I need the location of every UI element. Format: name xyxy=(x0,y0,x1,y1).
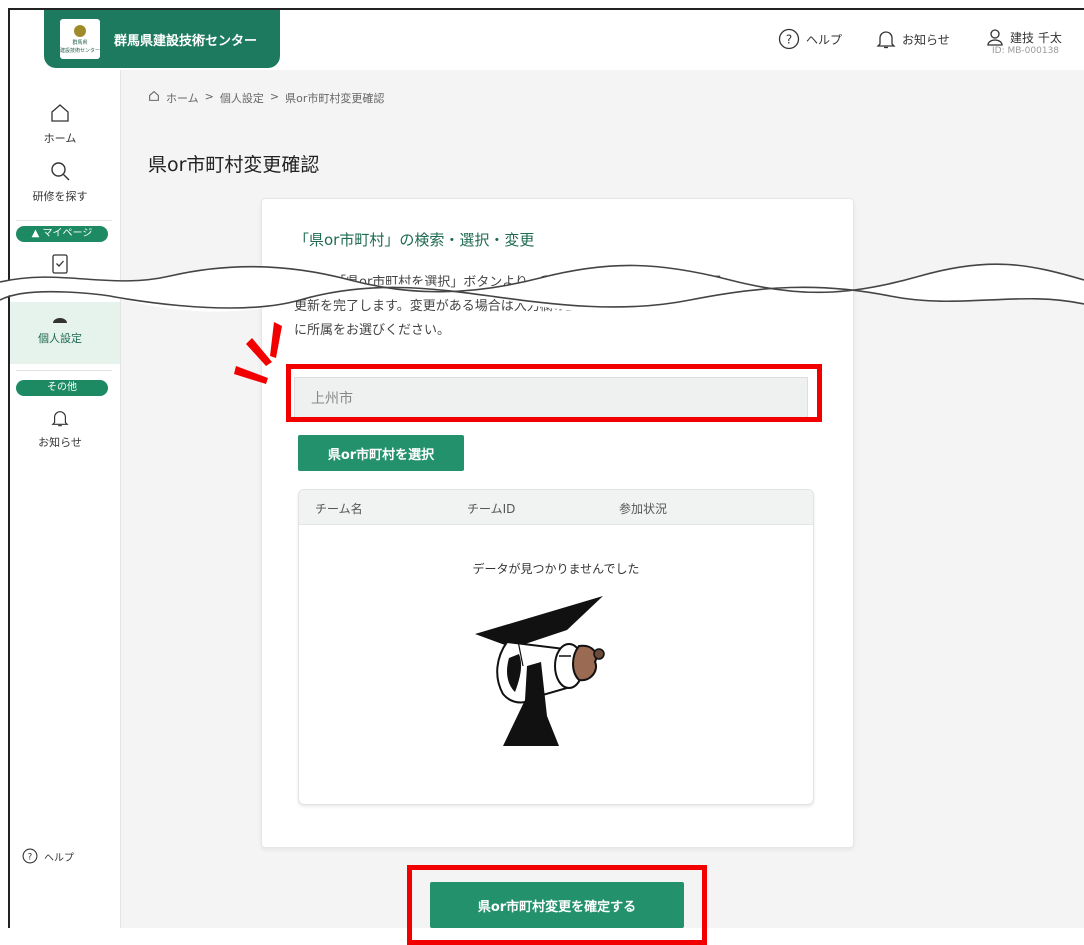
sidebar-item-label: ホーム xyxy=(43,132,77,145)
svg-text:?: ? xyxy=(786,33,792,47)
breadcrumb-personal[interactable]: 個人設定 xyxy=(220,90,264,106)
column-header: チームID xyxy=(467,502,516,516)
sidebar-help-link[interactable]: ? ヘルプ xyxy=(22,848,74,864)
header-notice-link[interactable]: お知らせ xyxy=(876,28,950,50)
sidebar-item-home[interactable]: ホーム xyxy=(10,102,110,146)
home-icon xyxy=(51,104,69,122)
sidebar-item-label: お知らせ xyxy=(38,436,82,449)
svg-text:?: ? xyxy=(28,852,33,862)
brand-name: 群馬県建設技術センター xyxy=(114,34,258,49)
breadcrumb-separator: > xyxy=(269,90,280,103)
app-window: 群馬県 建設技術センター 群馬県建設技術センター ? ヘルプ お知らせ 建技 千… xyxy=(8,8,1084,928)
graduate-mascot-illustration xyxy=(475,596,605,746)
other-badge: その他 xyxy=(16,380,108,396)
sidebar-item-search[interactable]: 研修を探す xyxy=(10,160,110,204)
empty-message: データが見つかりませんでした xyxy=(472,562,640,576)
column-header: チーム名 xyxy=(315,502,363,516)
button-highlight-box xyxy=(407,865,707,945)
user-icon xyxy=(987,29,1003,46)
card-title: 「県or市町村」の検索・選択・変更 xyxy=(294,231,535,249)
table-header: チーム名 チームID 参加状況 xyxy=(299,490,813,525)
breadcrumb-current: 県or市町村変更確認 xyxy=(285,92,385,105)
bell-icon xyxy=(51,411,69,427)
page-title: 県or市町村変更確認 xyxy=(148,154,320,176)
bell-icon xyxy=(876,31,896,49)
input-highlight-box xyxy=(286,364,822,422)
search-icon xyxy=(51,162,70,181)
help-label: ヘルプ xyxy=(44,852,74,864)
logo: 群馬県 建設技術センター xyxy=(60,19,100,59)
user-name: 建技 千太 xyxy=(1010,30,1062,45)
sidebar-item-label: 個人設定 xyxy=(38,332,82,345)
breadcrumb-home[interactable]: ホーム xyxy=(166,90,199,106)
sidebar-item-notice[interactable]: お知らせ xyxy=(10,408,110,450)
breadcrumb: ホーム > 個人設定 > 県or市町村変更確認 xyxy=(148,90,384,106)
logo-subtext: 建設技術センター xyxy=(60,48,101,54)
notice-label: お知らせ xyxy=(902,32,950,47)
column-header: 参加状況 xyxy=(619,502,668,516)
select-municipality-button[interactable]: 県or市町村を選択 xyxy=(298,435,464,471)
sidebar-item-label: 研修を探す xyxy=(32,190,88,203)
breadcrumb-separator: > xyxy=(204,90,214,103)
logo-text: 群馬県 xyxy=(72,40,88,46)
user-id: ID: MB-000138 xyxy=(992,46,1060,56)
top-header: 群馬県 建設技術センター 群馬県建設技術センター ? ヘルプ お知らせ 建技 千… xyxy=(10,10,1084,70)
mypage-badge[interactable]: ▲ マイページ xyxy=(16,226,108,242)
brand-block[interactable]: 群馬県 建設技術センター 群馬県建設技術センター xyxy=(44,10,280,68)
header-help-link[interactable]: ? ヘルプ xyxy=(778,28,842,50)
help-icon: ? xyxy=(22,848,38,864)
sidebar: ホーム 研修を探す ▲ マイページ 個人設定 その他 お知らせ xyxy=(10,70,121,928)
header-user-menu[interactable]: 建技 千太 xyxy=(986,28,1062,46)
description-line: に所属をお選びください。 xyxy=(294,323,451,338)
help-label: ヘルプ xyxy=(806,32,843,47)
help-icon: ? xyxy=(778,28,800,50)
team-table: チーム名 チームID 参加状況 データが見つかりませんでした xyxy=(298,489,814,805)
page-tear-overlay xyxy=(0,263,1084,312)
attention-marks xyxy=(234,322,282,384)
home-icon xyxy=(149,90,159,101)
